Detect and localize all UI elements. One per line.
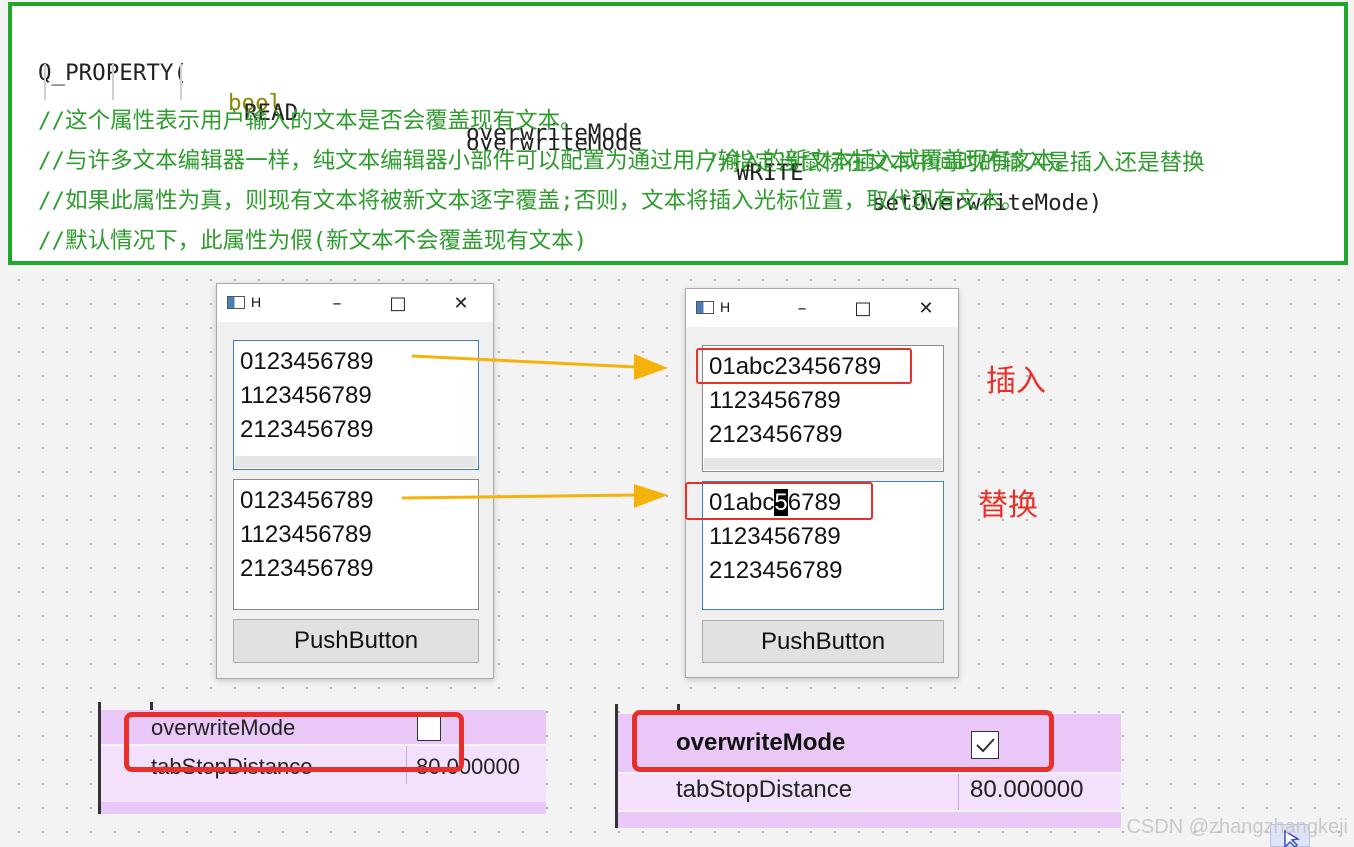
app-icon — [227, 296, 245, 309]
text-line: 1123456789 — [709, 387, 841, 414]
text-line: 2123456789 — [240, 555, 374, 582]
horizontal-scrollbar[interactable] — [704, 458, 942, 470]
title-bar[interactable]: H – □ ✕ — [217, 284, 493, 322]
replace-highlight-box — [685, 482, 873, 520]
minimize-icon[interactable]: – — [315, 288, 359, 318]
comment-line: //这个属性表示用户输入的文本是否会覆盖现有文本。 — [38, 108, 583, 134]
text-line: 0123456789 — [240, 487, 374, 514]
insert-highlight-box — [696, 348, 912, 384]
left-property-highlight-box — [124, 712, 464, 772]
window-title: H — [251, 294, 262, 310]
text-line: 0123456789 — [240, 348, 374, 375]
push-button[interactable]: PushButton — [233, 619, 479, 663]
comment-line: //默认情况下，此属性为假(新文本不会覆盖现有文本) — [38, 228, 588, 254]
arrow-icon — [411, 354, 668, 380]
horizontal-scrollbar[interactable] — [235, 456, 477, 468]
right-property-highlight-box — [632, 710, 1054, 772]
arrow-icon — [401, 484, 668, 508]
column-divider — [958, 774, 959, 810]
property-row-tabstopdistance[interactable]: tabStopDistance 80.000000 — [618, 774, 1121, 810]
text-line: 2123456789 — [709, 557, 843, 584]
insert-label: 插入 — [986, 364, 1046, 399]
watermark-text: CSDN @zhangzhangkeji — [1126, 816, 1348, 838]
window-title: H — [720, 299, 731, 315]
property-row-partial — [101, 802, 546, 814]
title-bar[interactable]: H – □ ✕ — [686, 289, 958, 327]
property-row-partial — [618, 812, 1121, 828]
comment-line: //与许多文本编辑器一样，纯文本编辑器小部件可以配置为通过用户输入的新文本插入或… — [38, 148, 1078, 174]
close-icon[interactable]: ✕ — [439, 288, 483, 318]
text-line: 2123456789 — [709, 421, 843, 448]
close-icon[interactable]: ✕ — [904, 293, 948, 323]
app-icon — [696, 301, 714, 314]
indent-guide — [112, 64, 114, 100]
text-line: 1123456789 — [240, 521, 372, 548]
push-button[interactable]: PushButton — [702, 620, 944, 663]
divider — [150, 702, 153, 710]
text-line: 1123456789 — [240, 382, 372, 409]
replace-label: 替换 — [978, 488, 1038, 523]
comment-line: //如果此属性为真，则现有文本将被新文本逐字覆盖;否则，文本将插入光标位置，取代… — [38, 188, 1024, 214]
maximize-icon[interactable]: □ — [841, 293, 885, 323]
property-value: 80.000000 — [970, 776, 1084, 803]
maximize-icon[interactable]: □ — [376, 288, 420, 318]
text-line: 1123456789 — [709, 523, 841, 550]
left-app-window: H – □ ✕ 0123456789 1123456789 2123456789… — [216, 283, 494, 679]
code-snippet-box: Q_PROPERTY( bool overwriteMode //指定当鼠标在文… — [8, 2, 1348, 265]
property-name: tabStopDistance — [676, 776, 853, 803]
indent-guide — [180, 64, 182, 100]
text-line: 2123456789 — [240, 416, 374, 443]
minimize-icon[interactable]: – — [780, 293, 824, 323]
